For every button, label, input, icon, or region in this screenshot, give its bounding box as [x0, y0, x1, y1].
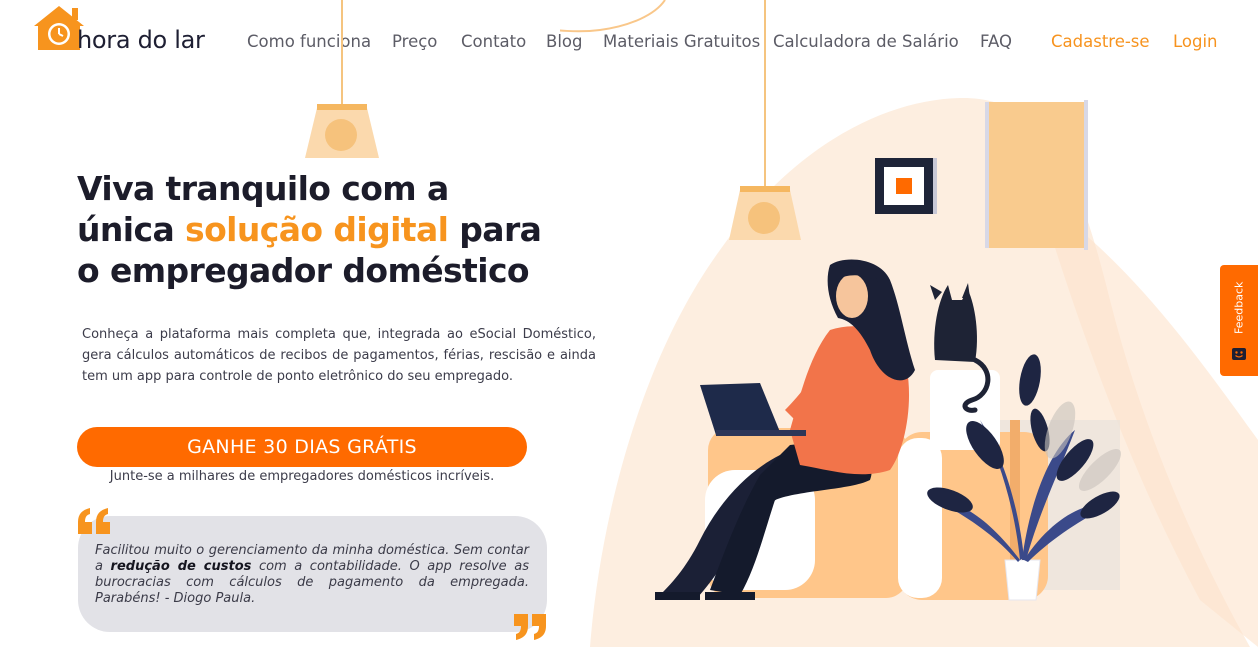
quote-open-icon: [78, 508, 110, 534]
hero-title-line2-post: para: [448, 210, 542, 249]
nav-contato[interactable]: Contato: [461, 32, 526, 51]
hero-title-accent: solução digital: [185, 210, 449, 249]
feedback-label: Feedback: [1232, 281, 1246, 335]
quote-close-icon: [514, 614, 546, 640]
testimonial-text: Facilitou muito o gerenciamento da minha…: [95, 543, 529, 607]
brand-name: hora do lar: [77, 26, 205, 54]
feedback-face-icon: [1232, 348, 1246, 360]
lamp-icon: [305, 0, 379, 158]
free-trial-button[interactable]: GANHE 30 DIAS GRÁTIS: [77, 427, 527, 467]
hero-illustration: [560, 0, 1258, 647]
hero-title-line3: o empregador doméstico: [77, 251, 530, 290]
hero-title: Viva tranquilo com a única solução digit…: [77, 168, 542, 291]
feedback-tab[interactable]: Feedback: [1220, 265, 1258, 376]
hero-description: Conheça a plataforma mais completa que, …: [82, 327, 596, 384]
testimonial-highlight: redução de custos: [110, 559, 252, 574]
nav-preco[interactable]: Preço: [392, 32, 437, 51]
cta-subtext: Junte-se a milhares de empregadores domé…: [109, 469, 495, 484]
hero-title-line2-pre: única: [77, 210, 186, 249]
hero-title-line1: Viva tranquilo com a: [77, 169, 449, 208]
